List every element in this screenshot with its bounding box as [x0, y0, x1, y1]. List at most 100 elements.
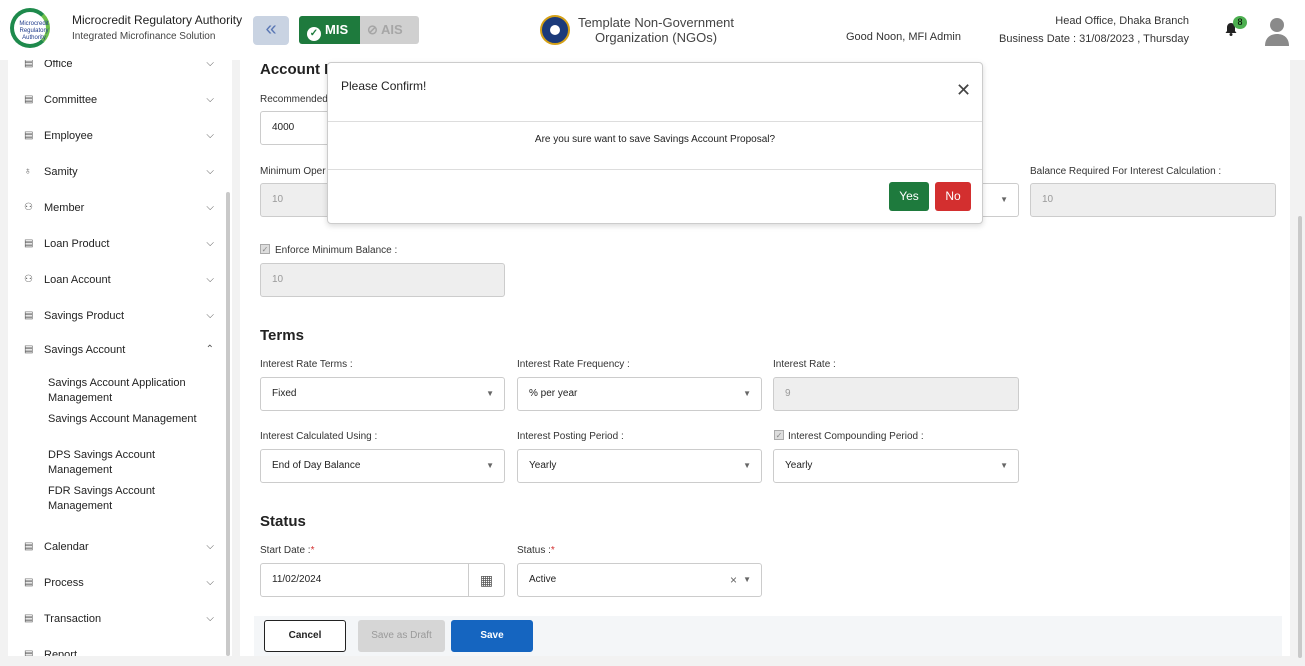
- app-title: Microcredit Regulatory Authority: [72, 13, 243, 27]
- sidebar-item-calendar[interactable]: ▤ Calendar ⌵: [24, 537, 214, 557]
- start-date-value: 11/02/2024: [272, 574, 322, 585]
- sidebar-item-label: Savings Account: [44, 344, 126, 356]
- interest-compound-select[interactable]: Yearly ▼: [773, 449, 1019, 483]
- balance-interest-input[interactable]: 10: [1030, 183, 1276, 217]
- chevron-down-icon: ⌵: [206, 202, 214, 213]
- chevron-down-icon: ⌵: [206, 613, 214, 624]
- interest-posting-select[interactable]: Yearly ▼: [517, 449, 762, 483]
- sidebar-item-label: Report: [44, 649, 78, 656]
- sidebar-item-savings-product[interactable]: ▤ Savings Product ⌵: [24, 306, 214, 326]
- mis-toggle-button[interactable]: ✓ MIS: [299, 16, 360, 44]
- sidebar-item-label: Employee: [44, 130, 93, 142]
- enforce-min-input[interactable]: 10: [260, 263, 505, 297]
- chevron-down-icon: ⌵: [206, 577, 214, 588]
- sidebar-item-label: Loan Account: [44, 274, 111, 286]
- building-icon: ▤: [24, 60, 34, 69]
- recommended-value: 4000: [272, 122, 295, 133]
- sidebar-item-transaction[interactable]: ▤ Transaction ⌵: [24, 609, 214, 629]
- sidebar-item-office[interactable]: ▤ Office ⌵: [24, 60, 214, 74]
- sidebar-item-member[interactable]: ⚇ Member ⌵: [24, 198, 214, 218]
- sidebar-item-report[interactable]: ▤ Report: [24, 645, 214, 656]
- caret-down-icon: ▼: [743, 575, 751, 584]
- interest-rate-input[interactable]: 9: [773, 377, 1019, 411]
- group-icon: ♁: [24, 166, 32, 177]
- sidebar-item-label: Savings Product: [44, 310, 125, 322]
- recommended-amount-input[interactable]: 4000: [260, 111, 330, 145]
- chevron-down-icon: ⌵: [206, 94, 214, 105]
- interest-compound-value: Yearly: [785, 460, 813, 471]
- document-icon: ▤: [24, 649, 34, 656]
- document-icon: ▤: [24, 613, 34, 624]
- enforce-min-label: Enforce Minimum Balance :: [275, 245, 398, 256]
- sidebar-subitem-application-mgmt[interactable]: Savings Account Application Management: [48, 376, 198, 406]
- sidebar-item-label: Committee: [44, 94, 98, 106]
- sidebar-item-employee[interactable]: ▤ Employee ⌵: [24, 126, 214, 146]
- ban-icon: ⊘: [367, 22, 382, 37]
- enforce-min-checkbox[interactable]: ✓: [260, 244, 270, 254]
- save-draft-button[interactable]: Save as Draft: [358, 620, 445, 652]
- close-icon[interactable]: ✕: [956, 81, 971, 99]
- no-button[interactable]: No: [935, 182, 971, 211]
- min-opening-value: 10: [272, 194, 284, 205]
- interest-calc-select[interactable]: End of Day Balance ▼: [260, 449, 505, 483]
- chevron-down-icon: ⌵: [206, 274, 214, 285]
- interest-rate-freq-select[interactable]: % per year ▼: [517, 377, 762, 411]
- interest-calc-label: Interest Calculated Using :: [260, 431, 378, 442]
- collapse-sidebar-button[interactable]: «: [253, 16, 289, 45]
- members-icon: ⚇: [24, 274, 33, 285]
- sidebar-item-label: Process: [44, 577, 84, 589]
- app-subtitle: Integrated Microfinance Solution: [72, 31, 216, 42]
- min-opening-input[interactable]: 10: [260, 183, 330, 217]
- status-label-text: Status :: [517, 545, 551, 556]
- sidebar-item-loan-account[interactable]: ⚇ Loan Account ⌵: [24, 270, 214, 290]
- interest-calc-value: End of Day Balance: [272, 460, 361, 471]
- sidebar-subitem-account-mgmt[interactable]: Savings Account Management: [48, 412, 198, 427]
- double-chevron-left-icon: «: [265, 18, 277, 40]
- sidebar-subitem-fdr-mgmt[interactable]: FDR Savings Account Management: [48, 484, 198, 514]
- document-icon: ▤: [24, 344, 34, 355]
- sidebar-item-loan-product[interactable]: ▤ Loan Product ⌵: [24, 234, 214, 254]
- enforce-min-value: 10: [272, 274, 284, 285]
- save-button[interactable]: Save: [451, 620, 533, 652]
- ais-toggle-button[interactable]: ⊘ AIS: [360, 16, 419, 44]
- caret-down-icon: ▼: [486, 461, 494, 470]
- required-mark: *: [550, 545, 555, 556]
- calendar-icon[interactable]: ▦: [468, 564, 504, 596]
- main-scrollbar[interactable]: [1298, 216, 1302, 658]
- cancel-button[interactable]: Cancel: [264, 620, 346, 652]
- committee-icon: ▤: [24, 94, 34, 105]
- sidebar: ▤ Office ⌵ ▤ Committee ⌵ ▤ Employee ⌵ ♁ Samity ⌵…: [8, 60, 232, 656]
- hidden-select-input[interactable]: ▼: [983, 183, 1019, 217]
- sidebar-item-committee[interactable]: ▤ Committee ⌵: [24, 90, 214, 110]
- sidebar-scrollbar[interactable]: [226, 192, 230, 656]
- sidebar-item-samity[interactable]: ♁ Samity ⌵: [24, 162, 214, 182]
- caret-down-icon: ▼: [743, 389, 751, 398]
- interest-rate-terms-select[interactable]: Fixed ▼: [260, 377, 505, 411]
- document-icon: ▤: [24, 238, 34, 249]
- employee-icon: ▤: [24, 130, 34, 141]
- dialog-message: Are you sure want to save Savings Accoun…: [534, 134, 776, 145]
- start-date-input[interactable]: 11/02/2024 ▦: [260, 563, 505, 597]
- document-icon: ▤: [24, 310, 34, 321]
- user-avatar-icon[interactable]: [1264, 16, 1290, 46]
- clear-icon[interactable]: ×: [730, 564, 737, 596]
- sidebar-item-label: Loan Product: [44, 238, 110, 250]
- top-header: Microcredit Regulatory Authority Microcr…: [0, 0, 1305, 60]
- sidebar-item-savings-account[interactable]: ▤ Savings Account ⌃: [24, 340, 214, 360]
- members-icon: ⚇: [24, 202, 33, 213]
- branch-info: Head Office, Dhaka Branch Business Date …: [999, 12, 1189, 48]
- notification-badge: 8: [1233, 16, 1247, 29]
- document-icon: ▤: [24, 541, 34, 552]
- required-mark: *: [310, 545, 315, 556]
- sidebar-subitem-dps-mgmt[interactable]: DPS Savings Account Management: [48, 448, 198, 478]
- dialog-divider: [328, 169, 982, 170]
- document-icon: ▤: [24, 577, 34, 588]
- yes-button[interactable]: Yes: [889, 182, 929, 211]
- sidebar-item-process[interactable]: ▤ Process ⌵: [24, 573, 214, 593]
- status-select[interactable]: Active × ▼: [517, 563, 762, 597]
- sidebar-item-label: Member: [44, 202, 85, 214]
- chevron-down-icon: ⌵: [206, 238, 214, 249]
- start-date-label: Start Date :*: [260, 545, 314, 556]
- interest-compound-checkbox[interactable]: ✓: [774, 430, 784, 440]
- balance-interest-label: Balance Required For Interest Calculatio…: [1030, 166, 1222, 177]
